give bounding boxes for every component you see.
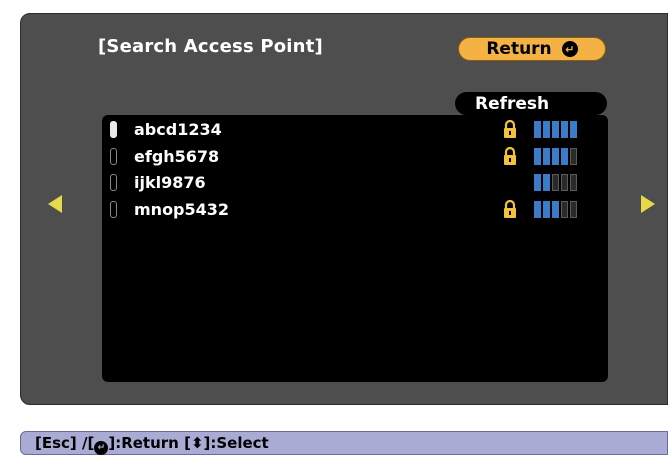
- refresh-button[interactable]: Refresh: [455, 92, 607, 115]
- help-return-text: ]:Return [: [108, 434, 191, 452]
- help-bar: [Esc] /[↵]:Return [⬍]:Select: [20, 431, 668, 455]
- return-button[interactable]: Return ↵: [458, 37, 606, 61]
- lock-icon: [503, 146, 517, 165]
- refresh-button-label: Refresh: [475, 93, 550, 114]
- access-point-ssid: abcd1234: [134, 120, 222, 139]
- signal-bar: [534, 147, 541, 165]
- selection-indicator: [110, 121, 117, 138]
- enter-icon: ↵: [561, 41, 578, 57]
- selection-indicator: [110, 200, 117, 218]
- right-arrow-icon[interactable]: [641, 195, 655, 213]
- signal-bar: [561, 200, 568, 218]
- access-point-row[interactable]: ijkl9876: [102, 170, 608, 196]
- signal-bar: [543, 121, 550, 138]
- empty-list-row: [102, 303, 608, 329]
- signal-bar: [543, 174, 550, 191]
- access-point-ssid: mnop5432: [134, 199, 230, 219]
- signal-strength-icon: [534, 121, 577, 138]
- signal-bar: [534, 174, 541, 191]
- signal-bar: [534, 200, 541, 218]
- access-point-row[interactable]: abcd1234: [102, 117, 608, 143]
- signal-bar: [570, 174, 577, 191]
- signal-bar: [570, 121, 577, 138]
- signal-bar: [561, 121, 568, 138]
- help-select-text: ]:Select: [203, 434, 269, 452]
- access-point-row[interactable]: efgh5678: [102, 144, 608, 170]
- page-title: [Search Access Point]: [98, 36, 323, 57]
- left-arrow-icon[interactable]: [48, 195, 62, 213]
- access-point-row[interactable]: mnop5432: [102, 197, 608, 223]
- access-point-ssid: ijkl9876: [134, 173, 206, 192]
- up-down-icon: ⬍: [190, 434, 204, 452]
- selection-indicator: [110, 174, 117, 191]
- help-esc-text: [Esc] /[: [35, 434, 95, 452]
- empty-list-row: [102, 250, 608, 276]
- signal-strength-icon: [534, 174, 577, 191]
- signal-bar: [552, 174, 559, 191]
- signal-strength-icon: [534, 200, 577, 218]
- signal-bar: [561, 147, 568, 165]
- empty-list-row: [102, 329, 608, 355]
- empty-list-row: [102, 223, 608, 249]
- signal-bar: [552, 121, 559, 138]
- signal-bar: [552, 147, 559, 165]
- signal-bar: [543, 147, 550, 165]
- return-button-label: Return: [486, 39, 552, 59]
- signal-bar: [561, 174, 568, 191]
- lock-icon: [503, 199, 517, 218]
- empty-list-row: [102, 276, 608, 302]
- signal-bar: [570, 200, 577, 218]
- signal-strength-icon: [534, 147, 577, 165]
- signal-bar: [543, 200, 550, 218]
- signal-bar: [570, 147, 577, 165]
- signal-bar: [552, 200, 559, 218]
- access-point-list: abcd1234 efgh5678 ijkl9876 mnop5432: [102, 115, 608, 382]
- access-point-ssid: efgh5678: [134, 146, 220, 166]
- selection-indicator: [110, 147, 117, 165]
- signal-bar: [534, 121, 541, 138]
- empty-list-row: [102, 356, 608, 382]
- lock-icon: [503, 119, 517, 138]
- enter-icon: ↵: [94, 441, 109, 455]
